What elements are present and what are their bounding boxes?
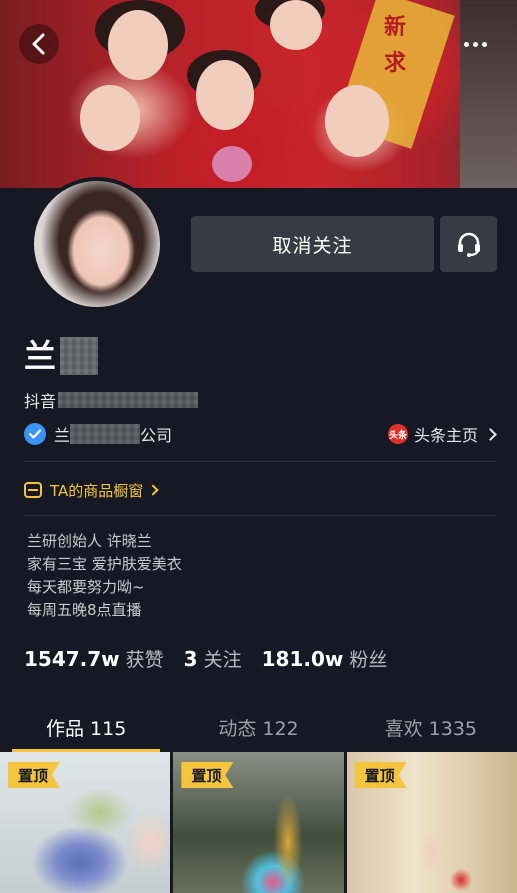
followers-stat[interactable]: 181.0w 粉丝	[262, 645, 388, 672]
verified-text-suffix: 公司	[140, 426, 173, 445]
video-thumbnail[interactable]: 置顶	[346, 752, 517, 893]
followers-count: 181.0w	[261, 647, 344, 671]
bio-line: 兰研创始人 许晓兰	[27, 532, 152, 550]
likes-count: 1547.7w	[24, 647, 120, 671]
profile-name: 兰	[24, 334, 99, 378]
unfollow-button[interactable]: 取消关注	[191, 216, 434, 272]
name-mosaic-blur	[60, 337, 99, 375]
toutiao-label: 头条主页	[413, 426, 478, 445]
tab-posts[interactable]: 动态 122	[172, 702, 344, 752]
video-thumbnail[interactable]: 置顶	[0, 752, 171, 893]
back-button[interactable]	[19, 24, 59, 64]
pinned-badge: 置顶	[181, 762, 233, 788]
following-count: 3	[183, 647, 198, 671]
bio-line: 每周五晚8点直播	[27, 601, 142, 619]
more-dots-icon	[463, 41, 469, 47]
douyin-id-mosaic-blur	[58, 392, 199, 408]
divider	[24, 461, 496, 462]
verified-check-icon	[24, 423, 46, 445]
shop-window-link[interactable]: TA的商品橱窗	[24, 478, 159, 502]
followers-label: 粉丝	[349, 649, 388, 671]
chevron-right-icon	[147, 484, 159, 496]
cover-sash-text: 新 求	[383, 15, 406, 76]
bio-line: 家有三宝 爱护肤爱美衣	[27, 555, 182, 573]
likes-label: 获赞	[125, 649, 164, 671]
headset-icon	[457, 232, 480, 257]
avatar[interactable]	[30, 177, 164, 311]
verified-text-prefix: 兰	[54, 426, 71, 445]
following-label: 关注	[203, 649, 242, 671]
douyin-id-label: 抖音	[24, 392, 57, 411]
more-options-button[interactable]	[452, 28, 498, 60]
profile-stats: 1547.7w 获赞 3 关注 181.0w 粉丝	[24, 645, 407, 675]
bio-line: 每天都要努力呦~	[27, 578, 145, 596]
shop-icon	[24, 482, 42, 498]
chevron-right-icon	[484, 427, 497, 441]
likes-stat[interactable]: 1547.7w 获赞	[24, 645, 164, 672]
divider	[24, 515, 496, 516]
tab-works[interactable]: 作品 115	[0, 702, 172, 752]
following-stat[interactable]: 3 关注	[184, 645, 242, 672]
message-button[interactable]	[440, 216, 497, 272]
pinned-badge: 置顶	[8, 762, 60, 788]
pinned-badge: 置顶	[355, 762, 407, 788]
verified-mosaic-blur	[70, 424, 141, 444]
toutiao-homepage-link[interactable]: 头条 头条主页	[387, 422, 497, 446]
shop-window-label: TA的商品橱窗	[50, 481, 144, 500]
video-grid: 置顶 置顶 置顶	[0, 752, 517, 893]
profile-name-text: 兰	[24, 337, 57, 375]
back-arrow-icon	[32, 33, 45, 55]
video-thumbnail[interactable]: 置顶	[173, 752, 344, 893]
verification-info: 兰 公司	[24, 422, 172, 446]
douyin-id[interactable]: 抖音	[24, 389, 199, 411]
content-tabs: 作品 115 动态 122 喜欢 1335	[0, 702, 517, 752]
toutiao-logo-icon: 头条	[387, 424, 408, 444]
bio: 兰研创始人 许晓兰 家有三宝 爱护肤爱美衣 每天都要努力呦~ 每周五晚8点直播	[27, 530, 182, 622]
tab-likes[interactable]: 喜欢 1335	[345, 702, 517, 752]
profile-cover-image: 新 求	[0, 0, 517, 188]
